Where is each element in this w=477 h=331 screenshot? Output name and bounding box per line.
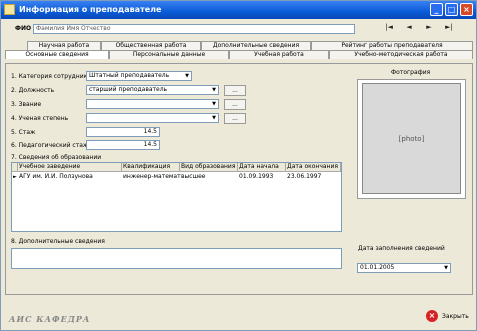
prev-record-button[interactable]: ◄ (399, 22, 419, 33)
category-select[interactable]: Штатный преподаватель ▼ (86, 71, 192, 81)
table-cell[interactable]: 23.06.1997 (286, 173, 342, 181)
experience-label: 5. Стаж (11, 129, 36, 136)
rank-select[interactable]: ▼ (86, 113, 219, 123)
category-value: Штатный преподаватель (89, 72, 170, 79)
tab-personal[interactable]: Персональные данные (109, 50, 229, 59)
window-title: Информация о преподавателе (19, 5, 162, 14)
tab-methodical[interactable]: Учебно-методическая работа (329, 50, 473, 59)
position-edit-button[interactable]: ... (224, 85, 246, 96)
fio-label: ФИО (15, 25, 32, 32)
footer: АИС КАФЕДРА × Закрыть (1, 300, 476, 330)
col-start-date[interactable]: Дата начала (238, 163, 286, 172)
col-qualification[interactable]: Квалификация (122, 163, 180, 172)
table-cell[interactable]: 01.09.1993 (238, 173, 287, 181)
next-record-button[interactable]: ► (419, 22, 439, 33)
chevron-down-icon: ▼ (212, 115, 216, 121)
position-select[interactable]: старший преподаватель ▼ (86, 85, 219, 95)
main-window: Информация о преподавателе _ □ × ФИО Фам… (0, 0, 477, 331)
rank-label: 4. Ученая степень (11, 115, 69, 122)
name-row: ФИО Фамилия Имя Отчество |◄ ◄ ► ►| (5, 22, 473, 36)
tab-rating[interactable]: Рейтинг работы преподавателя (311, 41, 473, 50)
photo-image: [photo] (362, 83, 461, 194)
position-value: старший преподаватель (89, 86, 168, 93)
maximize-button[interactable]: □ (445, 3, 458, 16)
degree-edit-button[interactable]: ... (224, 99, 246, 110)
tab-social[interactable]: Общественная работа (101, 41, 201, 50)
first-record-button[interactable]: |◄ (379, 22, 399, 33)
photo-label: Фотография (391, 69, 431, 76)
table-cell[interactable]: инженер-математик (122, 173, 181, 181)
filldate-label: Дата заполнения сведений (358, 245, 445, 252)
title-bar: Информация о преподавателе _ □ × (1, 1, 476, 19)
chevron-down-icon: ▼ (212, 101, 216, 107)
position-label: 2. Должность (11, 87, 55, 94)
teaching-exp-field[interactable]: 14.5 (86, 140, 160, 150)
filldate-select[interactable]: 01.01.2005 ▼ (357, 263, 451, 273)
education-title: 7. Сведения об образовании (11, 154, 102, 161)
minimize-button[interactable]: _ (430, 3, 443, 16)
last-record-button[interactable]: ►| (439, 22, 459, 33)
col-end-date[interactable]: Дата окончания (286, 163, 341, 172)
tab-additional[interactable]: Дополнительные сведения (201, 41, 311, 50)
col-edu-type[interactable]: Вид образования (180, 163, 238, 172)
chevron-down-icon: ▼ (185, 73, 189, 79)
photo-frame: [photo] (357, 79, 466, 199)
education-table[interactable]: Учебное заведение Квалификация Вид образ… (11, 162, 342, 232)
rank-edit-button[interactable]: ... (224, 113, 246, 124)
main-panel: 1. Категория сотрудника Штатный преподав… (5, 63, 473, 295)
close-window-button[interactable]: × (460, 3, 473, 16)
memo-field[interactable] (11, 248, 342, 269)
fio-field[interactable]: Фамилия Имя Отчество (33, 24, 355, 34)
degree-select[interactable]: ▼ (86, 99, 219, 109)
close-button-label: Закрыть (442, 313, 469, 320)
degree-label: 3. Звание (11, 101, 42, 108)
close-icon: × (426, 310, 438, 322)
table-cell[interactable]: высшее (180, 173, 239, 181)
brand-label: АИС КАФЕДРА (9, 314, 91, 324)
category-label: 1. Категория сотрудника (11, 73, 91, 80)
tab-teaching[interactable]: Учебная работа (229, 50, 329, 59)
close-button[interactable]: × Закрыть (426, 310, 472, 324)
chevron-down-icon: ▼ (444, 265, 448, 271)
col-institution[interactable]: Учебное заведение (18, 163, 122, 172)
experience-field[interactable]: 14.5 (86, 127, 160, 137)
teaching-exp-label: 6. Педагогический стаж (11, 142, 89, 149)
memo-label: 8. Дополнительные сведения (11, 238, 105, 245)
tab-science[interactable]: Научная работа (27, 41, 101, 50)
table-cell[interactable]: АГУ им. И.И. Ползунова (18, 173, 123, 181)
filldate-value: 01.01.2005 (360, 264, 395, 271)
tab-main-info[interactable]: Основные сведения (5, 50, 109, 59)
chevron-down-icon: ▼ (212, 87, 216, 93)
app-icon (4, 4, 15, 15)
